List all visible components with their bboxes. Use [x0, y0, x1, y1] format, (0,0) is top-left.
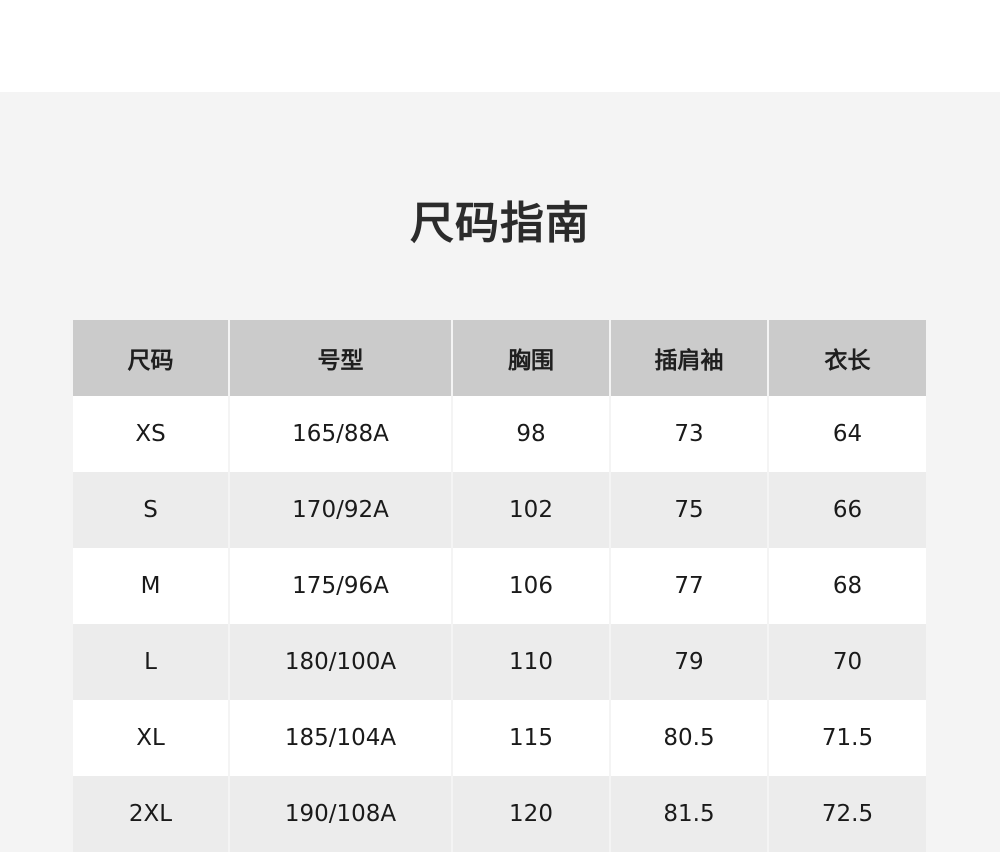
cell-chest: 102: [452, 472, 611, 548]
table-row: L 180/100A 110 79 70: [73, 624, 926, 700]
cell-model: 165/88A: [229, 396, 453, 472]
cell-length: 68: [768, 548, 926, 624]
cell-length: 72.5: [768, 776, 926, 852]
cell-sleeve: 80.5: [610, 700, 769, 776]
cell-size: XS: [73, 396, 230, 472]
size-table: 尺码 号型 胸围 插肩袖 衣长 XS 165/88A 98 73 64 S 17…: [73, 320, 926, 852]
cell-size: S: [73, 472, 230, 548]
cell-size: 2XL: [73, 776, 230, 852]
header-model: 号型: [229, 320, 453, 396]
cell-length: 71.5: [768, 700, 926, 776]
cell-sleeve: 77: [610, 548, 769, 624]
top-band: [0, 0, 1000, 92]
header-sleeve: 插肩袖: [610, 320, 769, 396]
cell-sleeve: 81.5: [610, 776, 769, 852]
cell-length: 64: [768, 396, 926, 472]
cell-chest: 110: [452, 624, 611, 700]
cell-model: 185/104A: [229, 700, 453, 776]
table-row: M 175/96A 106 77 68: [73, 548, 926, 624]
cell-size: M: [73, 548, 230, 624]
table-row: XL 185/104A 115 80.5 71.5: [73, 700, 926, 776]
cell-chest: 120: [452, 776, 611, 852]
table-header-row: 尺码 号型 胸围 插肩袖 衣长: [73, 320, 926, 396]
page-title: 尺码指南: [410, 198, 590, 249]
cell-model: 175/96A: [229, 548, 453, 624]
cell-model: 170/92A: [229, 472, 453, 548]
table-row: S 170/92A 102 75 66: [73, 472, 926, 548]
cell-length: 66: [768, 472, 926, 548]
cell-model: 190/108A: [229, 776, 453, 852]
header-length: 衣长: [768, 320, 926, 396]
cell-length: 70: [768, 624, 926, 700]
cell-chest: 106: [452, 548, 611, 624]
cell-chest: 115: [452, 700, 611, 776]
cell-size: XL: [73, 700, 230, 776]
cell-chest: 98: [452, 396, 611, 472]
cell-sleeve: 73: [610, 396, 769, 472]
header-size: 尺码: [73, 320, 230, 396]
cell-model: 180/100A: [229, 624, 453, 700]
cell-sleeve: 79: [610, 624, 769, 700]
table-row: 2XL 190/108A 120 81.5 72.5: [73, 776, 926, 852]
cell-size: L: [73, 624, 230, 700]
header-chest: 胸围: [452, 320, 611, 396]
size-guide-section: 尺码指南 尺码 号型 胸围 插肩袖 衣长 XS 165/88A 98 73 64: [0, 92, 1000, 852]
table-row: XS 165/88A 98 73 64: [73, 396, 926, 472]
cell-sleeve: 75: [610, 472, 769, 548]
